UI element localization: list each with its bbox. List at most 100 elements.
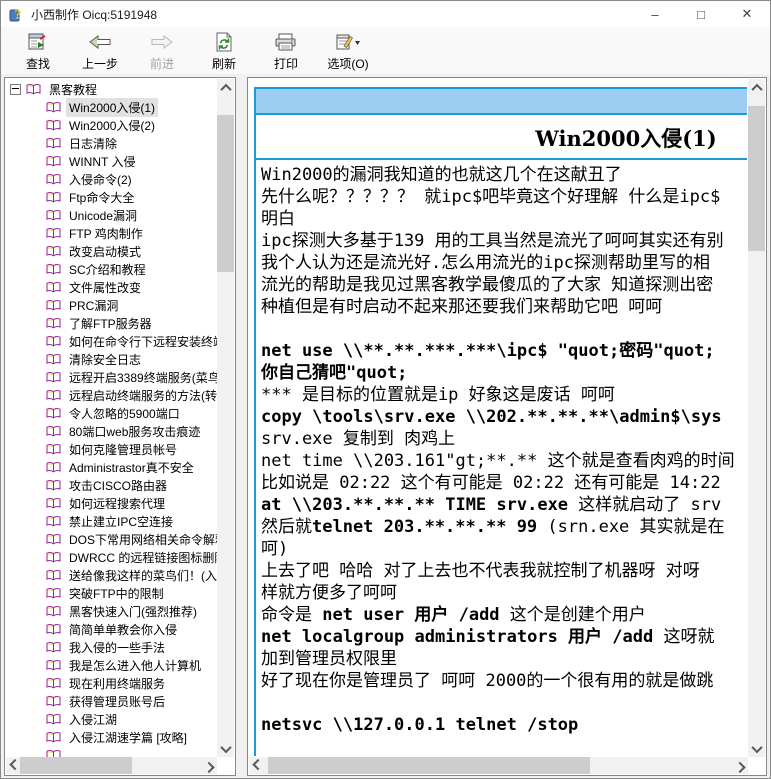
options-button[interactable]: 选项(O) <box>317 30 379 76</box>
back-button[interactable]: 上一步 <box>69 30 131 76</box>
scroll-up-icon[interactable] <box>748 79 765 96</box>
book-icon <box>46 407 61 420</box>
tree-item[interactable]: WINNT 入侵 <box>6 152 217 170</box>
tree-item-label: 远程开启3389终端服务(菜鸟版) <box>66 368 217 387</box>
back-label: 上一步 <box>82 55 118 72</box>
tree-item[interactable]: SC介绍和教程 <box>6 260 217 278</box>
tree-item[interactable]: 入侵江湖 <box>6 710 217 728</box>
book-icon <box>46 605 61 618</box>
title-bar: ? 小西制作 Oicq:5191948 – □ ✕ <box>1 1 770 27</box>
maximize-button[interactable]: □ <box>678 1 724 27</box>
tree-item[interactable]: 远程开启3389终端服务(菜鸟版) <box>6 368 217 386</box>
tree-item[interactable]: FTP 鸡肉制作 <box>6 224 217 242</box>
tree-item[interactable]: 日志清除 <box>6 134 217 152</box>
minimize-button[interactable]: – <box>632 1 678 27</box>
content-horizontal-scrollbar[interactable] <box>249 757 748 774</box>
tree-item[interactable]: Win2000入侵(1) <box>6 98 217 116</box>
document-viewport: Win2000入侵(1) Win2000的漏洞我知道的也就这几个在这献丑了先什么… <box>250 79 747 756</box>
tree-vertical-scrollbar[interactable] <box>217 79 234 757</box>
tree-item-label: 清除安全日志 <box>66 350 144 369</box>
refresh-label: 刷新 <box>212 55 236 72</box>
book-icon <box>46 263 61 276</box>
tree-item[interactable]: 如何远程搜索代理 <box>6 494 217 512</box>
scroll-down-icon[interactable] <box>748 740 765 757</box>
tree-item[interactable]: Unicode漏洞 <box>6 206 217 224</box>
content-line: 然后就telnet 203.**.**.** 99 (srn.exe 其实就是在 <box>261 516 747 538</box>
tree-item[interactable]: 简简单单教会你入侵 <box>6 620 217 638</box>
tree-item[interactable]: 现在利用终端服务 <box>6 674 217 692</box>
tree-item-label: 远程启动终端服务的方法(转) <box>66 386 217 405</box>
tree-item[interactable]: 入侵命令(2) <box>6 170 217 188</box>
tree-item[interactable]: 送给像我这样的菜鸟们！(入侵 <box>6 566 217 584</box>
tree-item[interactable]: 获得管理员账号后 <box>6 692 217 710</box>
forward-button: 前进 <box>131 30 193 76</box>
tree-item[interactable]: Administrastor真不安全 <box>6 458 217 476</box>
book-icon <box>46 155 61 168</box>
tree-horizontal-scrollbar[interactable] <box>6 757 217 774</box>
tree-item-label: Unicode漏洞 <box>66 206 140 225</box>
content-line: *** 是目标的位置就是ip 好象这是废话 呵呵 <box>261 384 747 406</box>
scroll-right-icon[interactable] <box>731 757 748 774</box>
tree-item[interactable]: 禁止建立IPC空连接 <box>6 512 217 530</box>
scroll-up-icon[interactable] <box>217 79 234 96</box>
tree-item[interactable]: DOS下常用网络相关命令解释 <box>6 530 217 548</box>
scroll-right-icon[interactable] <box>200 757 217 774</box>
tree-item[interactable]: PRC漏洞 <box>6 296 217 314</box>
find-button[interactable]: 查找 <box>7 30 69 76</box>
book-icon <box>46 515 61 528</box>
tree-item-label: 日志清除 <box>66 134 120 153</box>
book-icon <box>46 101 61 114</box>
tree-item[interactable]: 我入侵的一些手法 <box>6 638 217 656</box>
refresh-button[interactable]: 刷新 <box>193 30 255 76</box>
scroll-left-icon[interactable] <box>249 757 266 774</box>
scroll-down-icon[interactable] <box>217 740 234 757</box>
content-line: 流光的帮助是我见过黑客教学最傻瓜的了大家 知道探测出密 <box>261 274 747 296</box>
content-line: 明白 <box>261 208 747 230</box>
body-text: Win2000的漏洞我知道的也就这几个在这献丑了先什么呢？？？？？ 就ipc$吧… <box>254 160 747 756</box>
tree-item[interactable]: 文件属性改变 <box>6 278 217 296</box>
tree-item[interactable]: 了解FTP服务器 <box>6 314 217 332</box>
content-vertical-scrollbar[interactable] <box>748 79 765 757</box>
tree-item[interactable]: 如何在命令行下远程安装终端服务 <box>6 332 217 350</box>
tree-item[interactable]: 突破FTP中的限制 <box>6 584 217 602</box>
content-vscroll-thumb[interactable] <box>748 106 765 251</box>
tree-item[interactable]: 黑客快速入门(强烈推荐) <box>6 602 217 620</box>
book-icon <box>46 551 61 564</box>
tree-item[interactable]: DWRCC 的远程链接图标删除 <box>6 548 217 566</box>
tree-item[interactable]: Ftp命令大全 <box>6 188 217 206</box>
book-icon <box>46 209 61 222</box>
book-icon <box>46 587 61 600</box>
book-icon <box>46 425 61 438</box>
content-line: srv.exe 复制到 肉鸡上 <box>261 428 747 450</box>
tree-item[interactable]: Win2000入侵(2) <box>6 116 217 134</box>
content-line: 加到管理员权限里 <box>261 648 747 670</box>
tree-item[interactable]: 远程启动终端服务的方法(转) <box>6 386 217 404</box>
book-icon <box>46 569 61 582</box>
tree-item[interactable]: 攻击CISCO路由器 <box>6 476 217 494</box>
tree-item[interactable]: 黑客教程 <box>6 80 217 98</box>
tree-vscroll-thumb[interactable] <box>217 115 234 272</box>
tree-item[interactable]: 入侵江湖速学篇 [攻略] <box>6 728 217 746</box>
tree-item[interactable]: 改变启动模式 <box>6 242 217 260</box>
tree-item-label: 80端口web服务攻击痕迹 <box>66 422 203 441</box>
content-line <box>261 318 747 340</box>
book-icon <box>46 281 61 294</box>
content-line: 我个人认为还是流光好.怎么用流光的ipc探测帮助里写的相 <box>261 252 747 274</box>
book-icon <box>46 173 61 186</box>
tree-item[interactable] <box>6 746 217 757</box>
tree-item[interactable]: 令人忽略的5900端口 <box>6 404 217 422</box>
tree-item-label: 改变启动模式 <box>66 242 144 261</box>
tree-item[interactable]: 如何克隆管理员帐号 <box>6 440 217 458</box>
tree-hscroll-thumb[interactable] <box>20 757 132 774</box>
tree-item-label: 攻击CISCO路由器 <box>66 476 170 495</box>
collapse-toggle-icon[interactable] <box>10 84 21 95</box>
tree-item[interactable]: 我是怎么进入他人计算机 <box>6 656 217 674</box>
tree-item[interactable]: 80端口web服务攻击痕迹 <box>6 422 217 440</box>
book-icon <box>46 479 61 492</box>
content-hscroll-thumb[interactable] <box>268 757 590 774</box>
print-button[interactable]: 打印 <box>255 30 317 76</box>
app-window: ? 小西制作 Oicq:5191948 – □ ✕ 查找上一步前进刷新 打印选项(… <box>0 0 771 779</box>
refresh-icon <box>215 32 233 52</box>
close-button[interactable]: ✕ <box>724 1 770 27</box>
tree-item[interactable]: 清除安全日志 <box>6 350 217 368</box>
